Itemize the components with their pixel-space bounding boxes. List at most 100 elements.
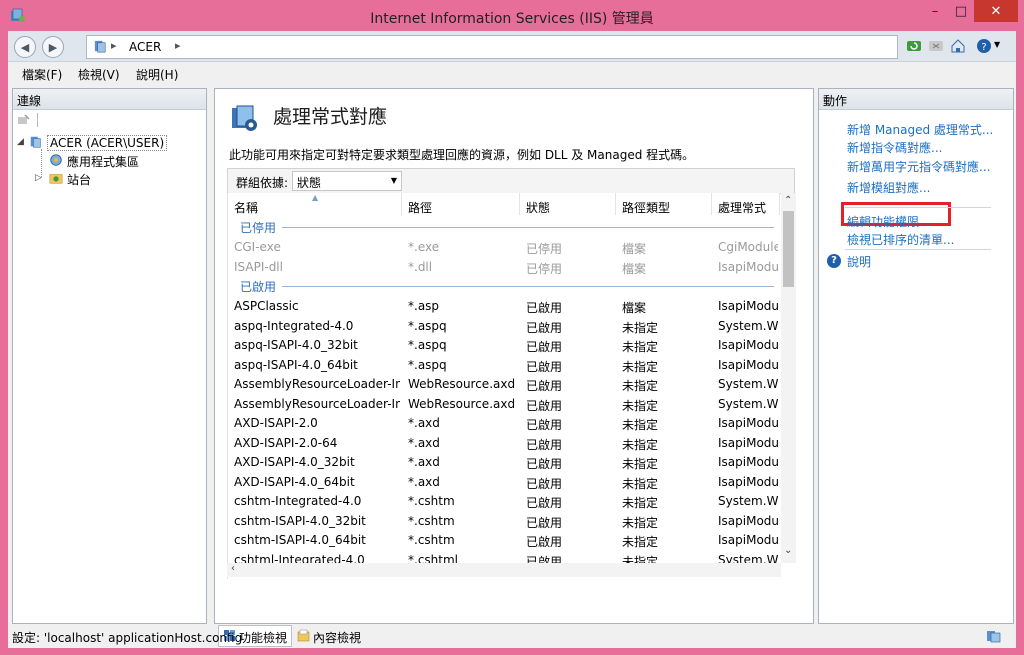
group-header[interactable]: 已停用 [228,217,780,235]
help-icon[interactable]: ? [976,38,992,54]
cell-path-type: 未指定 [622,379,659,393]
horizontal-scrollbar[interactable]: ‹ [227,563,781,577]
cell-name: AXD-ISAPI-4.0_32bit [234,455,355,469]
table-row[interactable]: AssemblyResourceLoader-In... WebResource.… [228,394,780,413]
table-row[interactable]: aspq-ISAPI-4.0_32bit *.aspq 已啟用 未指定 IsapiMod… [228,335,780,354]
scroll-left-icon[interactable]: ‹ [231,563,235,574]
group-by-select[interactable]: 狀態 ▼ [292,171,402,191]
scroll-up-icon[interactable]: ⌃ [784,195,792,206]
connections-pane: 連線 ◢ ACER (ACER\USER) 應用程式集區 ▷ 站台 [12,88,207,624]
table-row[interactable]: aspq-Integrated-4.0 *.aspq 已啟用 未指定 System.We… [228,316,780,335]
back-button[interactable]: ◀ [14,36,36,58]
server-icon [30,136,41,148]
table-row[interactable]: cshtm-ISAPI-4.0_32bit *.cshtm 已啟用 未指定 IsapiM… [228,511,780,530]
cell-path-type: 未指定 [622,437,659,452]
breadcrumb-acer[interactable]: ACER [129,40,161,54]
group-divider [282,286,774,287]
cell-name: AssemblyResourceLoader-In... [234,377,400,391]
column-header-state[interactable]: 狀態 [520,193,616,215]
cell-name: aspq-Integrated-4.0 [234,318,354,333]
forward-button[interactable]: ▶ [42,36,64,58]
tree-label-server: ACER (ACER\USER) [47,135,168,151]
cell-path: *.asp [408,299,440,313]
table-row[interactable]: AXD-ISAPI-4.0_64bit *.axd 已啟用 未指定 IsapiModul… [228,472,780,491]
breadcrumb-separator[interactable]: ▸ [175,39,181,52]
tree-label-app-pools: 應用程式集區 [67,155,140,169]
navigation-bar: ◀ ▶ ▸ ACER ▸ ? ▼ [8,31,1016,62]
cell-path: *.cshtm [408,533,455,547]
minimize-button[interactable]: – [922,0,948,22]
actions-header: 動作 [819,89,1013,110]
column-header-path[interactable]: 路徑 [402,193,520,215]
table-row[interactable]: AssemblyResourceLoader-In... WebResource.… [228,374,780,393]
cell-state: 已啟用 [526,359,563,374]
table-row[interactable]: CGI-exe *.exe 已停用 檔案 CgiModule [228,237,780,256]
cell-path-type: 未指定 [622,496,659,510]
cell-path: WebResource.axd [408,396,516,411]
cell-path: *.exe [408,240,440,254]
cell-handler: IsapiModule [718,513,778,528]
connect-icon[interactable] [17,113,31,127]
table-row[interactable]: ISAPI-dll *.dll 已停用 檔案 IsapiModule [228,257,780,276]
action-view-ordered-list[interactable]: 檢視已排序的清單... [847,231,954,248]
action-add-wildcard-script-map[interactable]: 新增萬用字元指令碼對應... [847,158,990,175]
cell-state: 已啟用 [526,437,563,452]
handler-mappings-icon [232,105,257,131]
cell-path-type: 未指定 [622,535,659,549]
status-bar: 設定: 'localhost' applicationHost.config [8,625,1016,648]
cell-path: *.aspq [408,357,447,372]
expand-icon[interactable]: ▷ [35,173,42,183]
action-divider [845,207,991,208]
cell-name: ASPClassic [234,299,299,313]
home-icon[interactable] [950,38,966,54]
action-add-script-map[interactable]: 新增指令碼對應... [847,139,942,156]
column-header-name[interactable]: 名稱 ▲ [228,193,402,215]
title-bar[interactable]: Internet Information Services (IIS) 管理員 … [0,0,1024,32]
collapse-icon[interactable]: ◢ [17,137,24,147]
group-by-value: 狀態 [297,176,322,190]
column-header-path-type[interactable]: 路徑類型 [616,193,712,215]
cell-path: *.aspq [408,338,447,352]
cell-path: *.axd [408,474,440,489]
cell-state: 已啟用 [526,301,563,315]
svg-text:?: ? [981,42,986,53]
table-row[interactable]: ASPClassic *.asp 已啟用 檔案 IsapiModule [228,296,780,315]
stop-icon[interactable] [928,38,944,54]
table-row[interactable]: aspq-ISAPI-4.0_64bit *.aspq 已啟用 未指定 IsapiMod… [228,355,780,374]
address-bar[interactable]: ▸ ACER ▸ [86,35,898,59]
cell-name: AXD-ISAPI-2.0-64 [234,435,338,450]
cell-handler: IsapiModule [718,435,778,450]
cell-name: cshtm-ISAPI-4.0_32bit [234,513,366,528]
action-edit-feature-permissions[interactable]: 編輯功能權限... [847,213,930,230]
maximize-button[interactable]: □ [948,0,974,22]
status-text: 設定: 'localhost' applicationHost.config [12,631,243,645]
cell-name: AXD-ISAPI-2.0 [234,416,318,430]
close-button[interactable]: ✕ [974,0,1018,22]
menu-bar: 檔案(F) 檢視(V) 說明(H) [8,62,1016,84]
cell-name: AXD-ISAPI-4.0_64bit [234,474,355,489]
scroll-down-icon[interactable]: ⌄ [784,545,792,556]
column-header-handler[interactable]: 處理常式 [712,193,780,215]
cell-path-type: 未指定 [622,320,659,335]
action-add-module-mapping[interactable]: 新增模組對應... [847,179,930,196]
help-dropdown-icon[interactable]: ▼ [994,40,1000,49]
table-row[interactable]: AXD-ISAPI-2.0 *.axd 已啟用 未指定 IsapiModule [228,413,780,432]
table-row[interactable]: AXD-ISAPI-4.0_32bit *.axd 已啟用 未指定 IsapiModul… [228,452,780,471]
action-add-managed-handler[interactable]: 新增 Managed 處理常式... [847,121,993,138]
cell-state: 已停用 [526,261,563,276]
table-row[interactable]: AXD-ISAPI-2.0-64 *.axd 已啟用 未指定 IsapiModule [228,433,780,452]
refresh-icon[interactable] [906,38,922,54]
group-header[interactable]: 已啟用 [228,276,780,294]
back-arrow-icon: ◀ [20,40,30,54]
window-content: ◀ ▶ ▸ ACER ▸ ? ▼ 檔案(F) 檢視(V) 說明(H) 連線 ◢ … [8,31,1016,648]
menu-file[interactable]: 檔案(F) [22,66,62,83]
menu-help[interactable]: 說明(H) [136,66,178,83]
vertical-scrollbar[interactable]: ⌃ ⌄ [781,193,796,563]
group-header-label: 已停用 [240,221,277,235]
table-row[interactable]: cshtm-ISAPI-4.0_64bit *.cshtm 已啟用 未指定 IsapiM… [228,530,780,549]
scroll-thumb[interactable] [783,211,794,287]
menu-view[interactable]: 檢視(V) [78,66,120,83]
action-help[interactable]: 說明 [847,253,871,270]
table-row[interactable]: cshtm-Integrated-4.0 *.cshtm 已啟用 未指定 System.… [228,491,780,510]
cell-path: *.axd [408,455,440,469]
